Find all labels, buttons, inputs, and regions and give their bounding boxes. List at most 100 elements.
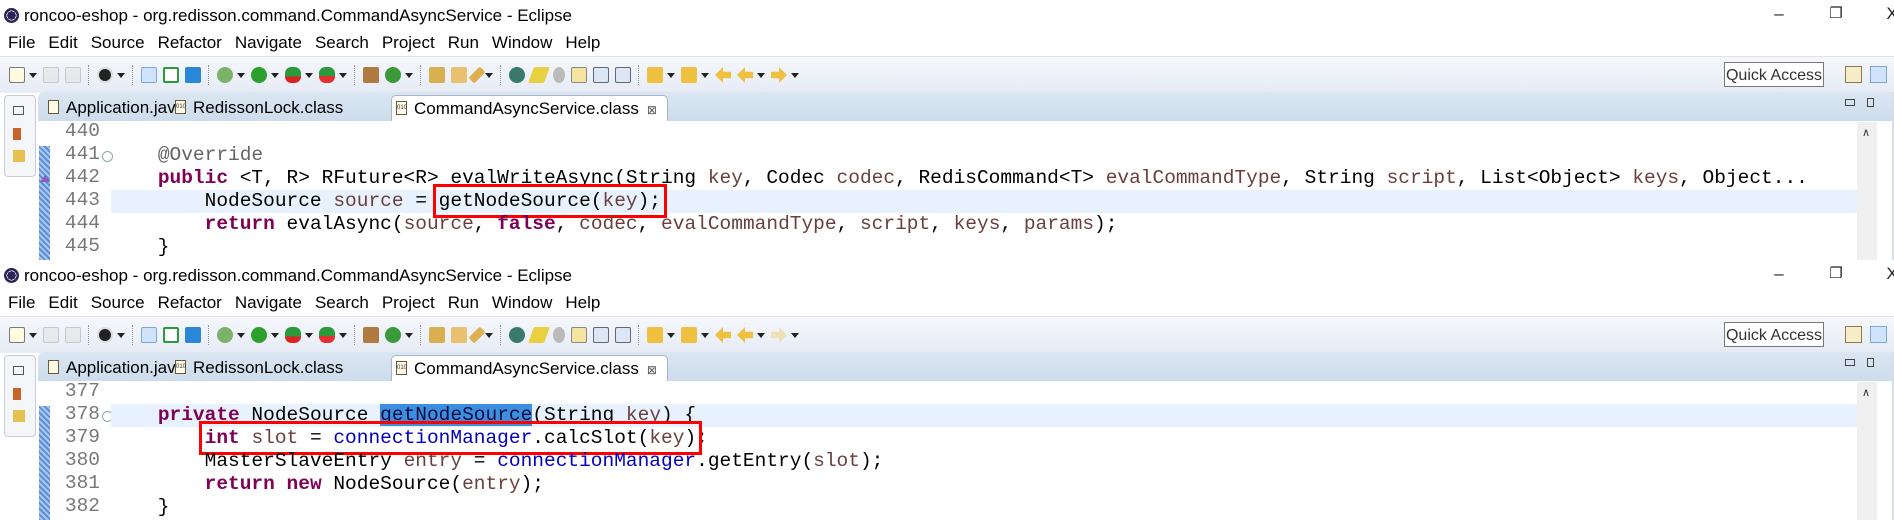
run-icon[interactable] [251, 327, 267, 343]
dropdown-arrow-icon[interactable] [405, 72, 413, 78]
code-editor[interactable]: 377 378 private NodeSource getNodeSource(… [38, 380, 1894, 520]
scroll-up-icon[interactable]: ∧ [1862, 126, 1870, 139]
quick-access-input[interactable]: Quick Access [1724, 62, 1824, 87]
mark-occurrences-icon[interactable] [528, 67, 550, 83]
quick-access-input[interactable]: Quick Access [1724, 322, 1824, 347]
menu-navigate[interactable]: Navigate [235, 291, 302, 315]
editor-tab[interactable]: 010 CommandAsyncService.class ⊠ [391, 355, 668, 382]
restore-view-icon[interactable] [13, 366, 24, 375]
new-wizard-icon[interactable] [9, 327, 25, 343]
editor-tab[interactable]: 010 RedissonLock.class [171, 355, 343, 381]
code-editor[interactable]: 440 441 @Override 442 public <T, R> RFutur… [38, 120, 1894, 260]
save-icon[interactable] [43, 67, 59, 83]
menu-refactor[interactable]: Refactor [158, 31, 222, 55]
back-icon[interactable] [737, 327, 753, 343]
restore-button[interactable]: ❐ [1824, 264, 1848, 282]
dropdown-arrow-icon[interactable] [791, 72, 799, 78]
code-line[interactable]: } [111, 496, 1857, 519]
last-edit-location-icon[interactable] [715, 67, 731, 83]
back-icon[interactable] [737, 67, 753, 83]
close-button[interactable]: X [1880, 4, 1894, 24]
external-tools-icon[interactable] [319, 67, 335, 83]
outline-icon[interactable] [13, 410, 25, 422]
menu-file[interactable]: File [8, 31, 35, 55]
performance-monitor-icon[interactable] [163, 327, 179, 343]
toggle-block-selection-icon[interactable] [571, 327, 587, 343]
show-whitespace-icon[interactable] [593, 327, 609, 343]
scroll-up-icon[interactable]: ∧ [1862, 386, 1870, 399]
debug-icon[interactable] [217, 67, 233, 83]
package-explorer-icon[interactable] [13, 128, 21, 140]
minimize-button[interactable]: – [1767, 4, 1791, 24]
forward-icon[interactable] [771, 327, 787, 343]
code-line[interactable]: @Override [111, 144, 1857, 167]
menu-help[interactable]: Help [565, 31, 600, 55]
dropdown-arrow-icon[interactable] [271, 72, 279, 78]
save-all-icon[interactable] [65, 67, 81, 83]
pin-editor-icon[interactable] [509, 67, 525, 83]
maximize-editor-icon[interactable] [1867, 358, 1874, 367]
editor-tab[interactable]: 010 CommandAsyncService.class ⊠ [391, 95, 668, 122]
open-perspective-icon[interactable] [1845, 66, 1862, 83]
editor-tab[interactable]: Application.java [44, 355, 185, 381]
toggle-breadcrumb-icon[interactable] [553, 327, 565, 343]
dropdown-arrow-icon[interactable] [339, 72, 347, 78]
show-paragraph-icon[interactable] [615, 327, 631, 343]
dropdown-arrow-icon[interactable] [305, 332, 313, 338]
dropdown-arrow-icon[interactable] [117, 72, 125, 78]
profile-icon[interactable] [97, 67, 113, 83]
dropdown-arrow-icon[interactable] [305, 72, 313, 78]
menu-project[interactable]: Project [382, 291, 435, 315]
code-line[interactable]: return new NodeSource(entry); [111, 473, 1857, 496]
dropdown-arrow-icon[interactable] [405, 332, 413, 338]
run-icon[interactable] [251, 67, 267, 83]
pin-editor-icon[interactable] [509, 327, 525, 343]
dropdown-arrow-icon[interactable] [667, 332, 675, 338]
menu-refactor[interactable]: Refactor [158, 291, 222, 315]
text-assist-icon[interactable] [185, 67, 201, 83]
search-icon[interactable] [468, 66, 486, 84]
new-java-class-icon[interactable] [385, 67, 401, 83]
code-line[interactable]: return evalAsync(source, false, codec, e… [111, 213, 1857, 236]
open-perspective-icon[interactable] [1845, 326, 1862, 343]
last-edit-location-icon[interactable] [715, 327, 731, 343]
previous-annotation-icon[interactable] [681, 67, 697, 83]
dropdown-arrow-icon[interactable] [485, 72, 493, 78]
menu-run[interactable]: Run [448, 291, 479, 315]
dropdown-arrow-icon[interactable] [237, 72, 245, 78]
debug-icon[interactable] [217, 327, 233, 343]
show-paragraph-icon[interactable] [615, 67, 631, 83]
skip-breakpoints-icon[interactable] [141, 67, 157, 83]
package-explorer-icon[interactable] [13, 388, 21, 400]
skip-breakpoints-icon[interactable] [141, 327, 157, 343]
toggle-block-selection-icon[interactable] [571, 67, 587, 83]
next-annotation-icon[interactable] [647, 67, 663, 83]
new-java-package-icon[interactable] [363, 327, 379, 343]
close-button[interactable]: X [1880, 264, 1894, 284]
maximize-editor-icon[interactable] [1867, 98, 1874, 107]
java-ee-perspective-icon[interactable] [1870, 66, 1887, 83]
save-all-icon[interactable] [65, 327, 81, 343]
dropdown-arrow-icon[interactable] [339, 332, 347, 338]
menu-search[interactable]: Search [315, 291, 369, 315]
dropdown-arrow-icon[interactable] [667, 72, 675, 78]
menu-source[interactable]: Source [91, 291, 145, 315]
external-tools-icon[interactable] [319, 327, 335, 343]
dropdown-arrow-icon[interactable] [701, 332, 709, 338]
restore-view-icon[interactable] [13, 106, 24, 115]
menu-project[interactable]: Project [382, 31, 435, 55]
editor-tab[interactable]: Application.java [44, 95, 185, 121]
minimize-button[interactable]: – [1767, 264, 1791, 284]
outline-icon[interactable] [13, 150, 25, 162]
code-line[interactable] [111, 121, 1857, 144]
close-tab-icon[interactable]: ⊠ [647, 363, 657, 377]
code-line[interactable]: int slot = connectionManager.calcSlot(ke… [111, 421, 1857, 455]
open-type-icon[interactable] [429, 327, 445, 343]
menu-source[interactable]: Source [91, 31, 145, 55]
new-java-package-icon[interactable] [363, 67, 379, 83]
dropdown-arrow-icon[interactable] [791, 332, 799, 338]
code-line[interactable]: public <T, R> RFuture<R> evalWriteAsync(… [111, 167, 1857, 190]
minimize-editor-icon[interactable] [1845, 99, 1855, 106]
dropdown-arrow-icon[interactable] [485, 332, 493, 338]
dropdown-arrow-icon[interactable] [29, 332, 37, 338]
